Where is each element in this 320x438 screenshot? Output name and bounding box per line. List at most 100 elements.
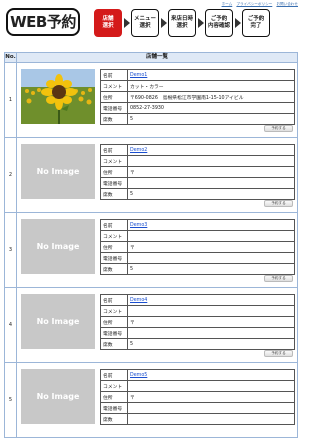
step-label-line2: 選択: [139, 23, 151, 29]
label-name: 名前: [100, 294, 128, 306]
label-seats: 席数: [100, 338, 128, 350]
store-seats: [127, 413, 295, 425]
store-number: 4: [4, 288, 17, 362]
store-address: 〒690-0826 島根県松江市学園南1-15-10アイビル: [127, 91, 295, 103]
top-link-home[interactable]: ホーム: [222, 2, 233, 6]
step-label-line1: 来店日時: [170, 16, 193, 22]
store-list-header: No. 店舗一覧: [4, 52, 298, 63]
step-label-line2: 完了: [250, 23, 262, 29]
step-label-line1: メニュー: [133, 16, 156, 22]
step-label-line1: ご予約: [247, 16, 265, 22]
store-name-link[interactable]: Demo3: [130, 223, 147, 228]
store-info-table: 名前 Demo2 コメント 住所〒 電話番号 席数 5: [100, 144, 295, 200]
store-phone: [127, 252, 295, 264]
no-image-placeholder: No Image: [21, 369, 95, 424]
step-arrow-icon: [161, 18, 167, 28]
store-seats: 5: [127, 188, 295, 200]
top-links: ホーム プライバシーポリシー お問い合わせ: [219, 2, 298, 7]
label-comment: コメント: [100, 230, 128, 242]
step-confirm: ご予約 内容確認: [205, 9, 233, 37]
step-indicator: 店舗 選択 メニュー 選択 来店日時 選択 ご予約 内容確認 ご予約 完了: [94, 9, 270, 37]
store-comment: [127, 380, 295, 392]
store-info-table: 名前 Demo4 コメント 住所〒 電話番号 席数 5: [100, 294, 295, 350]
label-phone: 電話番号: [100, 327, 128, 339]
store-name-link[interactable]: Demo5: [130, 373, 147, 378]
label-seats: 席数: [100, 263, 128, 275]
top-link-contact[interactable]: お問い合わせ: [276, 2, 298, 6]
store-number: 1: [4, 63, 17, 137]
store-info-table: 名前 Demo3 コメント 住所〒 電話番号 席数 5: [100, 219, 295, 275]
reserve-button[interactable]: 予約する: [264, 275, 293, 282]
store-comment: カット・カラー: [127, 80, 295, 92]
no-image-placeholder: No Image: [21, 144, 95, 199]
store-info-table: 名前 Demo1 コメント カット・カラー 住所 〒690-0826 島根県松江市学園…: [100, 69, 295, 125]
top-link-privacy[interactable]: プライバシーポリシー: [236, 2, 272, 6]
header-bar: ホーム プライバシーポリシー お問い合わせ WEB予約 店舗 選択 メニュー 選択 …: [0, 0, 300, 46]
label-name: 名前: [100, 369, 128, 381]
label-address: 住所: [100, 91, 128, 103]
store-row: 2 No Image 名前 Demo2 コメント 住所〒 電話番号 席数 5 予約す…: [4, 138, 298, 213]
store-row: 4 No Image 名前 Demo4 コメント 住所〒 電話番号 席数 5 予約す…: [4, 288, 298, 363]
store-photo-sunflower: [21, 69, 95, 124]
label-name: 名前: [100, 144, 128, 156]
store-card: No Image 名前 Demo2 コメント 住所〒 電話番号 席数 5 予約する: [17, 138, 298, 212]
label-phone: 電話番号: [100, 102, 128, 114]
store-comment: [127, 230, 295, 242]
step-store-select: 店舗 選択: [94, 9, 122, 37]
store-number: 3: [4, 213, 17, 287]
store-comment: [127, 305, 295, 317]
store-address: 〒: [127, 316, 295, 328]
store-address: 〒: [127, 166, 295, 178]
label-comment: コメント: [100, 305, 128, 317]
store-number: 5: [4, 363, 17, 437]
store-seats: 5: [127, 338, 295, 350]
column-header-no: No.: [4, 52, 17, 63]
store-number: 2: [4, 138, 17, 212]
step-arrow-icon: [124, 18, 130, 28]
step-label-line1: 店舗: [102, 16, 114, 22]
logo[interactable]: WEB予約: [6, 8, 80, 36]
step-label-line2: 内容確認: [207, 23, 230, 29]
label-address: 住所: [100, 241, 128, 253]
label-address: 住所: [100, 391, 128, 403]
label-seats: 席数: [100, 188, 128, 200]
label-address: 住所: [100, 316, 128, 328]
label-comment: コメント: [100, 155, 128, 167]
store-list: No. 店舗一覧 1 名前 Demo1 コメント カット・カラー 住所 〒690…: [4, 52, 298, 438]
store-address: 〒: [127, 241, 295, 253]
store-info-table: 名前 Demo5 コメント 住所〒 電話番号 席数: [100, 369, 295, 425]
reserve-button[interactable]: 予約する: [264, 350, 293, 357]
store-name-link[interactable]: Demo4: [130, 298, 147, 303]
label-comment: コメント: [100, 80, 128, 92]
step-menu-select: メニュー 選択: [131, 9, 159, 37]
step-label-line2: 選択: [176, 23, 188, 29]
step-arrow-icon: [235, 18, 241, 28]
store-seats: 5: [127, 263, 295, 275]
column-header-title: 店舗一覧: [17, 52, 298, 63]
label-comment: コメント: [100, 380, 128, 392]
label-seats: 席数: [100, 413, 128, 425]
no-image-placeholder: No Image: [21, 294, 95, 349]
store-card: No Image 名前 Demo5 コメント 住所〒 電話番号 席数: [17, 363, 298, 437]
step-label-line1: ご予約: [210, 16, 228, 22]
store-seats: 5: [127, 113, 295, 125]
store-address: 〒: [127, 391, 295, 403]
reserve-button[interactable]: 予約する: [264, 125, 293, 132]
label-name: 名前: [100, 219, 128, 231]
store-row: 5 No Image 名前 Demo5 コメント 住所〒 電話番号 席数: [4, 363, 298, 438]
store-comment: [127, 155, 295, 167]
label-phone: 電話番号: [100, 402, 128, 414]
step-datetime-select: 来店日時 選択: [168, 9, 196, 37]
label-name: 名前: [100, 69, 128, 81]
reserve-button[interactable]: 予約する: [264, 200, 293, 207]
store-card: 名前 Demo1 コメント カット・カラー 住所 〒690-0826 島根県松江市学園…: [17, 63, 298, 137]
store-phone: [127, 402, 295, 414]
store-row: 3 No Image 名前 Demo3 コメント 住所〒 電話番号 席数 5 予約す…: [4, 213, 298, 288]
store-name-link[interactable]: Demo1: [130, 73, 147, 78]
label-phone: 電話番号: [100, 252, 128, 264]
store-row: 1 名前 Demo1 コメント カット・カラー 住所 〒690-0826 島根県…: [4, 63, 298, 138]
no-image-placeholder: No Image: [21, 219, 95, 274]
store-name-link[interactable]: Demo2: [130, 148, 147, 153]
label-seats: 席数: [100, 113, 128, 125]
step-arrow-icon: [198, 18, 204, 28]
